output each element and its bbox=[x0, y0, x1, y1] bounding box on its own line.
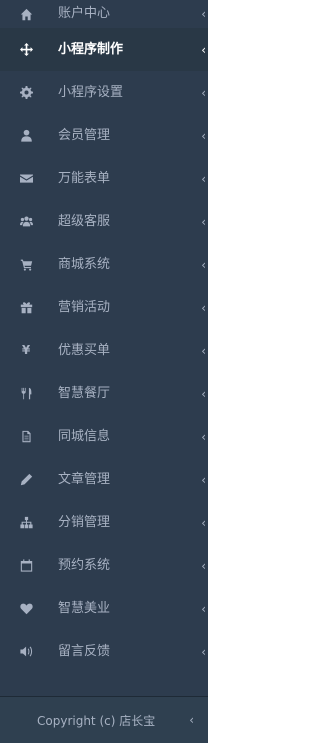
sidebar-item-super-customer-service[interactable]: 超级客服 ‹ bbox=[0, 200, 212, 243]
chevron-left-icon: ‹ bbox=[201, 7, 206, 21]
sidebar-item-label: 同城信息 bbox=[58, 428, 111, 444]
sidebar-item-distribution-management[interactable]: 分销管理 ‹ bbox=[0, 501, 212, 544]
chevron-left-icon: ‹ bbox=[201, 386, 206, 401]
yen-icon: ¥ bbox=[21, 343, 31, 357]
chevron-left-icon: ‹ bbox=[201, 171, 206, 186]
sidebar-item-label: 账户中心 bbox=[58, 6, 111, 21]
home-icon bbox=[18, 6, 34, 22]
sidebar-item-smart-restaurant[interactable]: 智慧餐厅 ‹ bbox=[0, 372, 212, 415]
users-icon bbox=[18, 214, 34, 230]
envelope-icon bbox=[18, 171, 34, 187]
gear-icon bbox=[18, 85, 34, 101]
sidebar-item-label: 智慧美业 bbox=[58, 600, 111, 616]
chevron-left-icon: ‹ bbox=[201, 343, 206, 358]
sidebar-item-label: 营销活动 bbox=[58, 299, 111, 315]
sitemap-icon bbox=[18, 515, 34, 531]
sidebar-item-member-management[interactable]: 会员管理 ‹ bbox=[0, 114, 212, 157]
calendar-icon bbox=[18, 558, 34, 574]
chevron-left-icon: ‹ bbox=[201, 300, 206, 315]
sidebar-item-miniprogram-settings[interactable]: 小程序设置 ‹ bbox=[0, 71, 212, 114]
sidebar-item-label: 文章管理 bbox=[58, 471, 111, 487]
document-icon bbox=[18, 429, 34, 445]
sidebar-item-label: 分销管理 bbox=[58, 514, 111, 530]
sidebar-item-discount-payment[interactable]: ¥ 优惠买单 ‹ bbox=[0, 329, 212, 372]
user-icon bbox=[18, 128, 34, 144]
cart-icon bbox=[18, 257, 34, 273]
collapse-sidebar-icon[interactable]: ‹ bbox=[189, 713, 194, 727]
sidebar: 账户中心 ‹ 小程序制作 ‹ 小程序设置 ‹ 会员管理 ‹ 万能表单 ‹ 超级客… bbox=[0, 0, 212, 743]
sidebar-footer[interactable]: Copyright (c) 店长宝 ‹ bbox=[0, 696, 212, 743]
chevron-left-icon: ‹ bbox=[201, 515, 206, 530]
chevron-left-icon: ‹ bbox=[201, 85, 206, 100]
sidebar-item-local-info[interactable]: 同城信息 ‹ bbox=[0, 415, 212, 458]
sidebar-item-booking-system[interactable]: 预约系统 ‹ bbox=[0, 544, 212, 587]
chevron-left-icon: ‹ bbox=[201, 558, 206, 573]
sidebar-item-label: 超级客服 bbox=[58, 213, 111, 229]
sidebar-item-mall-system[interactable]: 商城系统 ‹ bbox=[0, 243, 212, 286]
sidebar-item-miniprogram-build[interactable]: 小程序制作 ‹ bbox=[0, 28, 212, 71]
sidebar-item-label: 会员管理 bbox=[58, 127, 111, 143]
sidebar-item-label: 优惠买单 bbox=[58, 342, 111, 358]
sidebar-item-label: 预约系统 bbox=[58, 557, 111, 573]
sidebar-item-label: 小程序设置 bbox=[58, 84, 124, 100]
move-icon bbox=[18, 42, 34, 58]
sidebar-item-account-center[interactable]: 账户中心 ‹ bbox=[0, 0, 212, 28]
sidebar-item-label: 万能表单 bbox=[58, 170, 111, 186]
chevron-left-icon: ‹ bbox=[201, 429, 206, 444]
sidebar-item-label: 小程序制作 bbox=[58, 41, 124, 57]
chevron-left-icon: ‹ bbox=[201, 644, 206, 659]
cutlery-icon bbox=[18, 386, 34, 402]
sidebar-item-label: 商城系统 bbox=[58, 256, 111, 272]
sidebar-item-message-feedback[interactable]: 留言反馈 ‹ bbox=[0, 630, 212, 673]
chevron-left-icon: ‹ bbox=[201, 472, 206, 487]
chevron-left-icon: ‹ bbox=[201, 128, 206, 143]
volume-icon bbox=[18, 644, 34, 660]
sidebar-item-marketing-activities[interactable]: 营销活动 ‹ bbox=[0, 286, 212, 329]
sidebar-item-universal-form[interactable]: 万能表单 ‹ bbox=[0, 157, 212, 200]
chevron-left-icon: ‹ bbox=[201, 42, 206, 57]
chevron-left-icon: ‹ bbox=[201, 257, 206, 272]
copyright-text: Copyright (c) 店长宝 bbox=[37, 713, 156, 728]
heart-icon bbox=[18, 601, 34, 617]
chevron-left-icon: ‹ bbox=[201, 601, 206, 616]
sidebar-item-label: 留言反馈 bbox=[58, 643, 111, 659]
pencil-icon bbox=[18, 472, 34, 488]
sidebar-item-label: 智慧餐厅 bbox=[58, 385, 111, 401]
sidebar-item-article-management[interactable]: 文章管理 ‹ bbox=[0, 458, 212, 501]
chevron-left-icon: ‹ bbox=[201, 214, 206, 229]
gift-icon bbox=[18, 300, 34, 316]
page-edge bbox=[208, 0, 212, 743]
sidebar-menu: 账户中心 ‹ 小程序制作 ‹ 小程序设置 ‹ 会员管理 ‹ 万能表单 ‹ 超级客… bbox=[0, 0, 212, 673]
sidebar-item-smart-beauty[interactable]: 智慧美业 ‹ bbox=[0, 587, 212, 630]
